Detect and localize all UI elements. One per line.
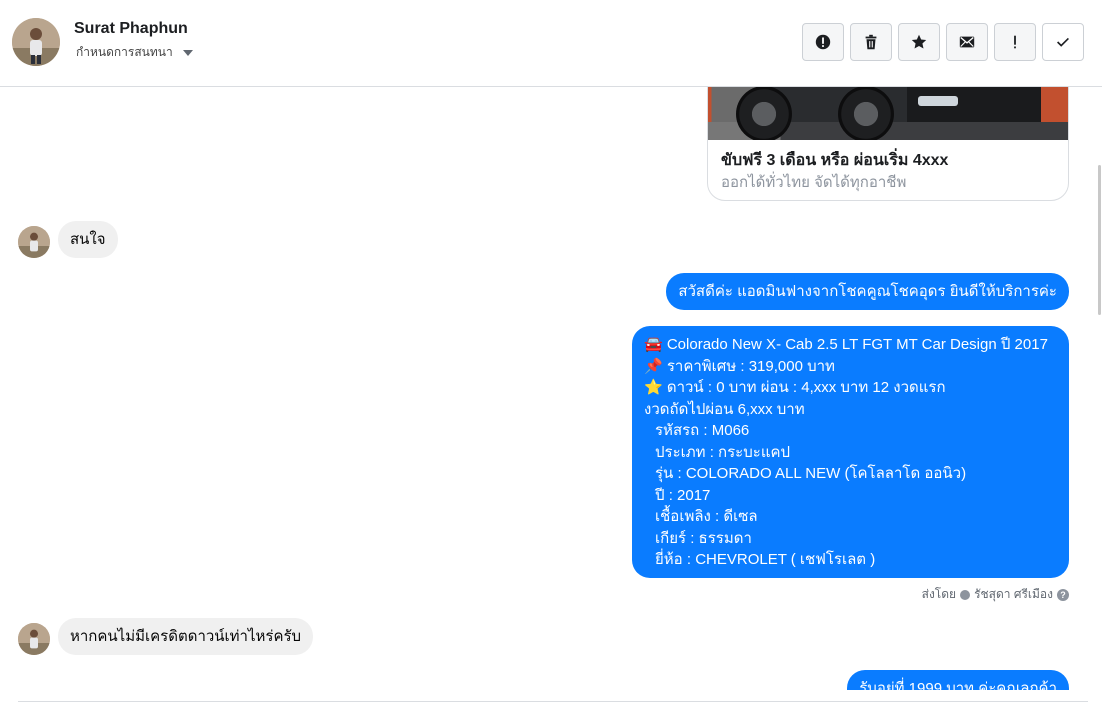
composer-divider	[18, 701, 1088, 702]
message-line: รหัสรถ : M066	[655, 422, 750, 439]
caret-down-icon	[182, 49, 193, 56]
conversation-settings-label: กำหนดการสนทนา	[76, 45, 173, 59]
outgoing-message: สวัสดีค่ะ แอดมินฟางจากโชคคูณโชคอุดร ยินด…	[666, 273, 1069, 310]
conversation-toolbar	[802, 23, 1084, 61]
trash-icon	[865, 34, 877, 50]
ad-card-subtitle: ออกได้ทั่วไทย จัดได้ทุกอาชีพ	[721, 174, 907, 191]
help-icon[interactable]: ?	[1057, 588, 1069, 601]
follow-up-button[interactable]	[994, 23, 1036, 61]
checkmark-icon	[1057, 37, 1069, 47]
contact-avatar[interactable]	[12, 18, 60, 66]
message-line: เกียร์ : ธรรมดา	[655, 529, 752, 547]
check-circle-icon	[960, 589, 971, 600]
alert-circle-icon	[815, 34, 831, 50]
contact-avatar-small[interactable]	[18, 226, 50, 258]
message-line: ประเภท : กระบะแคป	[655, 443, 791, 461]
message-line: ปี : 2017	[655, 486, 711, 504]
message-line: ยี่ห้อ : CHEVROLET ( เชฟโรเลต )	[655, 551, 876, 568]
mark-spam-button[interactable]	[802, 23, 844, 61]
envelope-icon	[959, 36, 975, 48]
message-line: งวดถัดไปผ่อน 6,xxx บาท	[644, 400, 805, 418]
star-icon	[911, 34, 927, 49]
mark-unread-button[interactable]	[946, 23, 988, 61]
outgoing-message-details: 🚘 Colorado New X- Cab 2.5 LT FGT MT Car …	[632, 326, 1069, 578]
incoming-message: หากคนไม่มีเครดิตดาวน์เท่าไหร่ครับ	[58, 618, 314, 655]
mark-done-button[interactable]	[1042, 23, 1084, 61]
message-line: 🚘 Colorado New X- Cab 2.5 LT FGT MT Car …	[644, 336, 1048, 353]
incoming-message: สนใจ	[58, 221, 118, 258]
message-line: ⭐ ดาวน์ : 0 บาท ผ่อน : 4,xxx บาท 12 งวดแ…	[644, 379, 946, 396]
sent-by-info: ส่งโดย รัชสุดา ศรีเมือง ?	[922, 585, 1069, 604]
sent-by-label: ส่งโดย	[921, 587, 957, 601]
thread-scrollbar[interactable]	[1098, 165, 1101, 315]
ad-card-image	[708, 87, 1068, 140]
conversation-settings-dropdown[interactable]: กำหนดการสนทนา	[76, 43, 193, 62]
contact-avatar-small[interactable]	[18, 623, 50, 655]
exclamation-icon	[1014, 35, 1016, 49]
star-button[interactable]	[898, 23, 940, 61]
message-line: เชื้อเพลิง : ดีเซล	[655, 508, 758, 525]
message-line: รุ่น : COLORADO ALL NEW (โคโลลาโด ออนิว)	[655, 465, 967, 482]
contact-name[interactable]: Surat Phaphun	[74, 20, 188, 38]
ad-card[interactable]: ขับฟรี 3 เดือน หรือ ผ่อนเริ่ม 4xxx ออกได…	[707, 87, 1069, 201]
delete-button[interactable]	[850, 23, 892, 61]
outgoing-message-partial: รับอยู่ที่ 1999 บาท ค่ะคุณลูกค้า	[847, 670, 1069, 690]
message-thread[interactable]: ขับฟรี 3 เดือน หรือ ผ่อนเริ่ม 4xxx ออกได…	[0, 87, 1102, 690]
message-line: 📌 ราคาพิเศษ : 319,000 บาท	[644, 357, 835, 375]
conversation-header: Surat Phaphun กำหนดการสนทนา	[0, 0, 1102, 87]
sent-by-name[interactable]: รัชสุดา ศรีเมือง	[974, 585, 1053, 604]
